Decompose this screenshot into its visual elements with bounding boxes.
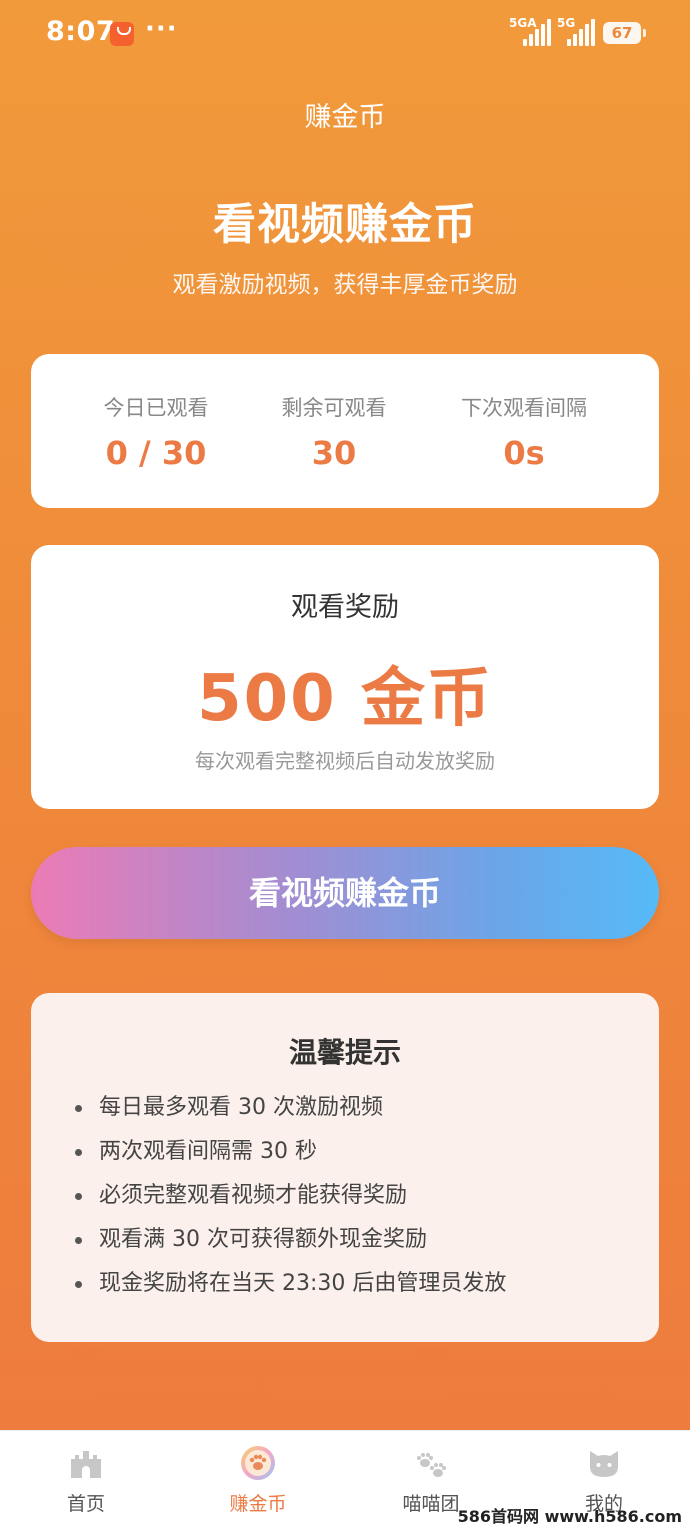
tip-item: 观看满 30 次可获得额外现金奖励 <box>75 1225 506 1269</box>
stat-label: 今日已观看 <box>103 396 209 420</box>
tab-label: 首页 <box>66 1493 105 1515</box>
tip-item: 现金奖励将在当天 23:30 后由管理员发放 <box>75 1269 506 1313</box>
tip-item: 必须完整观看视频才能获得奖励 <box>75 1181 506 1225</box>
tips-card: 温馨提示 每日最多观看 30 次激励视频 两次观看间隔需 30 秒 必须完整观看… <box>31 993 659 1342</box>
paw-coin-icon <box>241 1446 275 1480</box>
tab-home[interactable]: 首页 <box>0 1431 172 1530</box>
signal-5g-icon: 5G <box>557 16 597 46</box>
cat-face-icon <box>590 1451 618 1477</box>
watch-video-button[interactable]: 看视频赚金币 <box>31 847 659 939</box>
stat-value: 0s <box>503 434 545 472</box>
tips-title: 温馨提示 <box>288 1036 401 1069</box>
signal-5ga-icon: 5GA <box>509 16 553 46</box>
status-bar: 8:07 ··· 5GA 5G 67 <box>0 0 690 70</box>
more-notifications-icon: ··· <box>145 14 178 44</box>
hero-subtitle: 观看激励视频，获得丰厚金币奖励 <box>172 272 518 298</box>
reward-note: 每次观看完整视频后自动发放奖励 <box>195 749 495 773</box>
reward-card: 观看奖励 500 金币 每次观看完整视频后自动发放奖励 <box>31 545 659 809</box>
stat-label: 剩余可观看 <box>281 396 387 420</box>
stat-label: 下次观看间隔 <box>461 396 587 420</box>
stat-watched-today: 今日已观看 0 / 30 <box>73 392 239 472</box>
stat-next-interval: 下次观看间隔 0s <box>431 392 617 472</box>
app-notification-icon <box>110 22 134 46</box>
site-watermark: 586首码网 www.h586.com <box>457 1507 682 1526</box>
paw-prints-icon <box>417 1453 446 1477</box>
hero-title: 看视频赚金币 <box>213 200 477 250</box>
tab-label: 赚金币 <box>229 1493 287 1515</box>
tab-earn-coins[interactable]: 赚金币 <box>172 1431 344 1530</box>
castle-icon <box>71 1451 101 1478</box>
page-title: 赚金币 <box>304 102 386 133</box>
tips-list: 每日最多观看 30 次激励视频 两次观看间隔需 30 秒 必须完整观看视频才能获… <box>75 1093 506 1313</box>
watch-stats-card: 今日已观看 0 / 30 剩余可观看 30 下次观看间隔 0s <box>31 354 659 508</box>
stat-value: 30 <box>311 434 357 472</box>
tip-item: 两次观看间隔需 30 秒 <box>75 1137 506 1181</box>
stat-value: 0 / 30 <box>105 434 207 472</box>
battery-icon: 67 <box>603 22 646 44</box>
reward-amount: 500 金币 <box>197 662 493 736</box>
stat-remaining: 剩余可观看 30 <box>251 392 417 472</box>
reward-title: 观看奖励 <box>291 592 399 623</box>
status-time: 8:07 <box>46 16 116 47</box>
tip-item: 每日最多观看 30 次激励视频 <box>75 1093 506 1137</box>
